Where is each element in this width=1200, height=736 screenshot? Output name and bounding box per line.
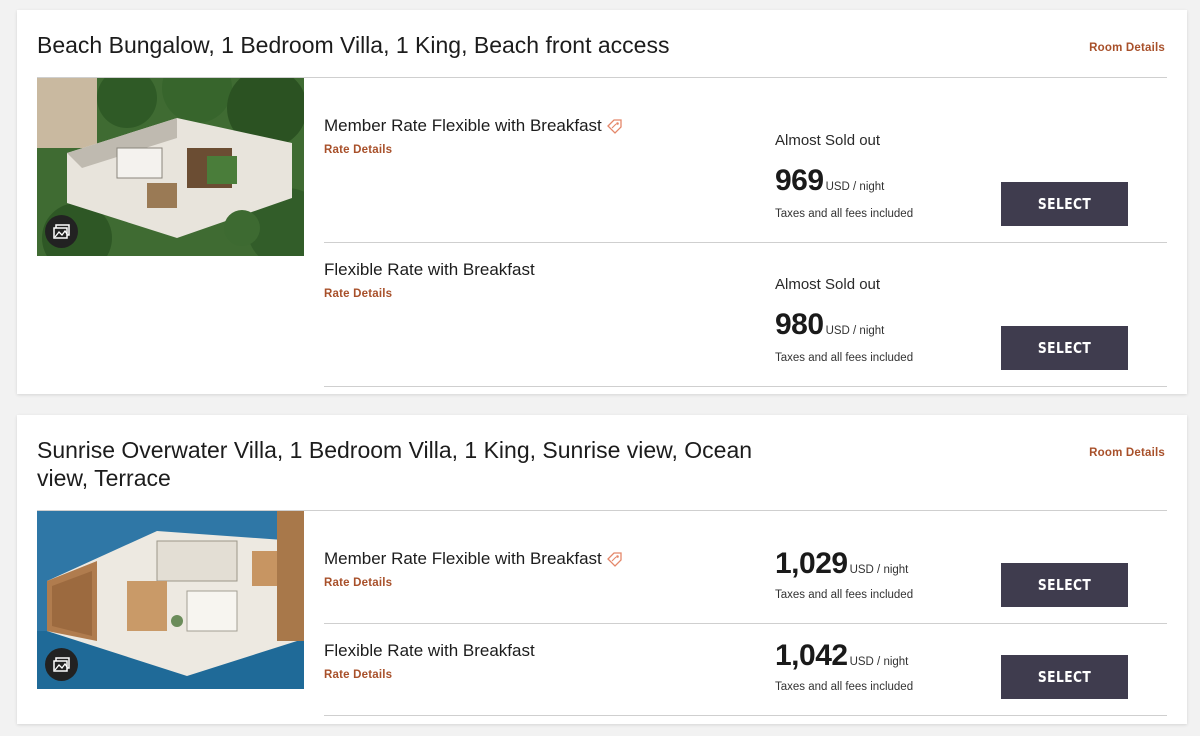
gallery-icon bbox=[52, 656, 70, 672]
rate-row: Flexible Rate with Breakfast Rate Detail… bbox=[324, 623, 1167, 716]
price: 1,042 USD / night bbox=[775, 639, 908, 673]
select-button[interactable]: SELECT bbox=[1001, 326, 1128, 370]
taxes-note: Taxes and all fees included bbox=[775, 208, 914, 220]
price-unit: USD / night bbox=[825, 181, 885, 193]
price-unit: USD / night bbox=[825, 325, 885, 337]
tag-icon bbox=[606, 551, 622, 567]
rate-details-link[interactable]: Rate Details bbox=[324, 669, 392, 681]
rate-details-link[interactable]: Rate Details bbox=[324, 288, 392, 300]
select-button-label: SELECT bbox=[1037, 195, 1092, 213]
taxes-note: Taxes and all fees included bbox=[775, 589, 914, 601]
taxes-note: Taxes and all fees included bbox=[775, 681, 914, 693]
select-button[interactable]: SELECT bbox=[1001, 182, 1128, 226]
rate-row: Member Rate Flexible with Breakfast Rate… bbox=[324, 78, 1167, 243]
price-unit: USD / night bbox=[849, 656, 909, 668]
gallery-button[interactable] bbox=[45, 215, 78, 248]
room-card-beach-bungalow: Beach Bungalow, 1 Bedroom Villa, 1 King,… bbox=[17, 10, 1187, 394]
price-amount: 1,029 bbox=[775, 547, 848, 580]
rate-name: Flexible Rate with Breakfast bbox=[324, 641, 535, 661]
room-photo[interactable] bbox=[37, 511, 304, 689]
room-photo[interactable] bbox=[37, 78, 304, 256]
price: 969 USD / night bbox=[775, 164, 884, 198]
availability-text: Almost Sold out bbox=[775, 132, 881, 149]
room-title: Beach Bungalow, 1 Bedroom Villa, 1 King,… bbox=[37, 32, 670, 58]
select-button[interactable]: SELECT bbox=[1001, 655, 1128, 699]
rate-name-label: Flexible Rate with Breakfast bbox=[324, 641, 535, 660]
price: 980 USD / night bbox=[775, 308, 884, 342]
rate-name: Flexible Rate with Breakfast bbox=[324, 260, 535, 280]
rate-name-label: Member Rate Flexible with Breakfast bbox=[324, 549, 602, 568]
price-amount: 969 bbox=[775, 164, 824, 197]
select-button-label: SELECT bbox=[1037, 668, 1092, 686]
select-button[interactable]: SELECT bbox=[1001, 563, 1128, 607]
price: 1,029 USD / night bbox=[775, 547, 908, 581]
rate-row: Flexible Rate with Breakfast Rate Detail… bbox=[324, 242, 1167, 387]
rate-name-label: Member Rate Flexible with Breakfast bbox=[324, 116, 602, 135]
availability-text: Almost Sold out bbox=[775, 276, 881, 293]
gallery-icon bbox=[52, 223, 70, 239]
price-amount: 980 bbox=[775, 308, 824, 341]
rate-name-label: Flexible Rate with Breakfast bbox=[324, 260, 535, 279]
room-title-line1: Sunrise Overwater Villa, 1 Bedroom Villa… bbox=[37, 437, 753, 463]
gallery-button[interactable] bbox=[45, 648, 78, 681]
price-amount: 1,042 bbox=[775, 639, 848, 672]
rate-details-link[interactable]: Rate Details bbox=[324, 144, 392, 156]
room-details-link[interactable]: Room Details bbox=[1089, 42, 1165, 54]
rate-row: Member Rate Flexible with Breakfast Rate… bbox=[324, 511, 1167, 624]
room-title: Sunrise Overwater Villa, 1 Bedroom Villa… bbox=[37, 436, 752, 492]
price-unit: USD / night bbox=[849, 564, 909, 576]
tag-icon bbox=[606, 118, 622, 134]
rate-name: Member Rate Flexible with Breakfast bbox=[324, 549, 623, 569]
taxes-note: Taxes and all fees included bbox=[775, 352, 914, 364]
room-card-sunrise-overwater-villa: Sunrise Overwater Villa, 1 Bedroom Villa… bbox=[17, 415, 1187, 724]
room-title-line2: view, Terrace bbox=[37, 465, 171, 491]
select-button-label: SELECT bbox=[1037, 576, 1092, 594]
rate-name: Member Rate Flexible with Breakfast bbox=[324, 116, 623, 136]
rate-details-link[interactable]: Rate Details bbox=[324, 577, 392, 589]
room-details-link[interactable]: Room Details bbox=[1089, 447, 1165, 459]
select-button-label: SELECT bbox=[1037, 339, 1092, 357]
